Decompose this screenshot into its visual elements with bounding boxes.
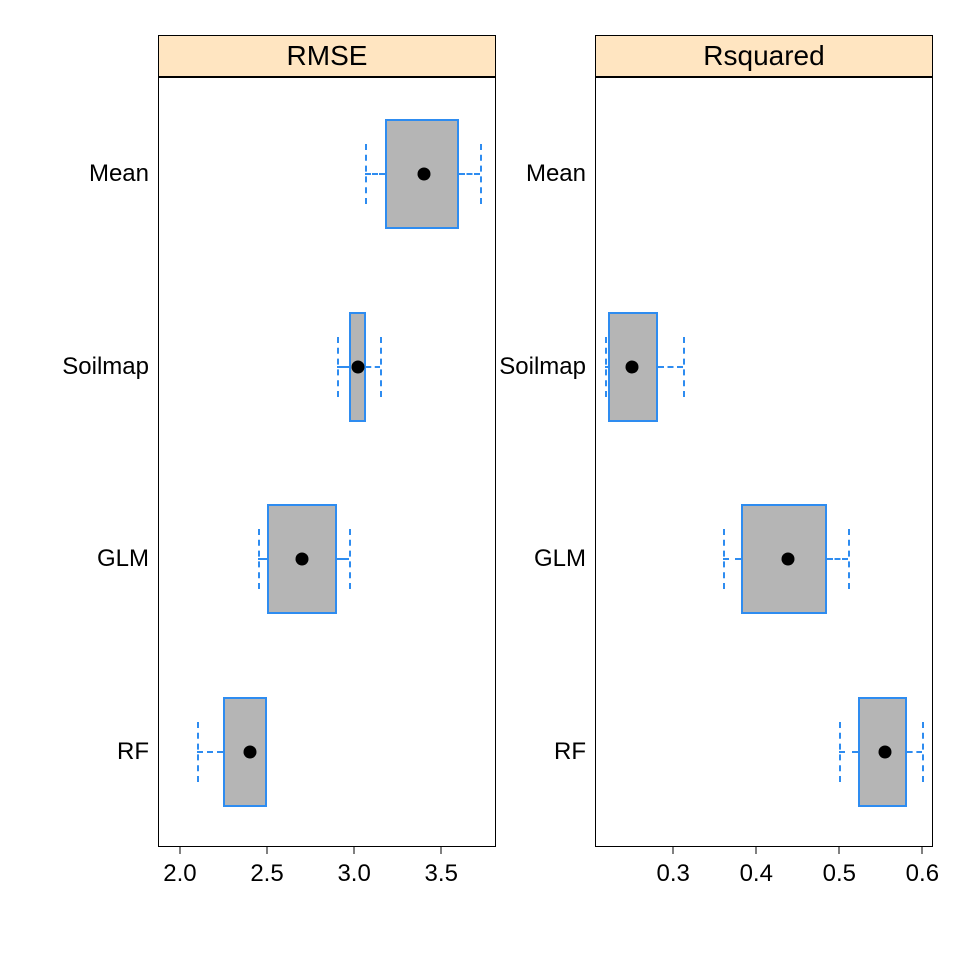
whisker-cap-high xyxy=(380,337,382,397)
whisker-cap-high xyxy=(922,722,924,782)
ylabel-glm: GLM xyxy=(97,545,159,573)
whisker-cap-low xyxy=(723,529,725,589)
whisker-low xyxy=(365,173,386,175)
whisker-cap-low xyxy=(197,722,199,782)
whisker-low xyxy=(839,751,857,753)
median-dot xyxy=(417,168,430,181)
ylabel-rf: RF xyxy=(117,738,159,766)
whisker-high xyxy=(337,558,349,560)
whisker-cap-low xyxy=(605,337,607,397)
panel-strip-rmse: RMSE xyxy=(158,35,496,77)
median-dot xyxy=(295,553,308,566)
whisker-cap-low xyxy=(337,337,339,397)
whisker-cap-low xyxy=(839,722,841,782)
xtick-label: 2.5 xyxy=(250,846,283,888)
xtick-label: 0.3 xyxy=(657,846,690,888)
whisker-cap-high xyxy=(848,529,850,589)
median-dot xyxy=(879,745,892,758)
ylabel-soilmap: Soilmap xyxy=(499,353,596,381)
plot-area-rsq: MeanSoilmapGLMRF0.30.40.50.6 xyxy=(595,77,933,847)
whisker-low xyxy=(197,751,223,753)
whisker-cap-low xyxy=(258,529,260,589)
whisker-cap-high xyxy=(349,529,351,589)
whisker-cap-high xyxy=(683,337,685,397)
panel-title-rsq: Rsquared xyxy=(703,42,824,70)
xtick-label: 3.5 xyxy=(425,846,458,888)
xtick-label: 0.4 xyxy=(740,846,773,888)
median-dot xyxy=(625,360,638,373)
whisker-cap-high xyxy=(480,144,482,204)
whisker-high xyxy=(907,751,922,753)
figure: RMSE Rsquared MeanSoilmapGLMRF2.02.53.03… xyxy=(0,0,960,960)
plot-area-rmse: MeanSoilmapGLMRF2.02.53.03.5 xyxy=(158,77,496,847)
panel-title-rmse: RMSE xyxy=(287,42,368,70)
xtick-label: 2.0 xyxy=(163,846,196,888)
whisker-high xyxy=(658,366,683,368)
ylabel-soilmap: Soilmap xyxy=(62,353,159,381)
whisker-low xyxy=(723,558,741,560)
xtick-label: 3.0 xyxy=(337,846,370,888)
xtick-label: 0.6 xyxy=(906,846,939,888)
panel-strip-rsq: Rsquared xyxy=(595,35,933,77)
xtick-label: 0.5 xyxy=(823,846,856,888)
median-dot xyxy=(351,360,364,373)
whisker-high xyxy=(366,366,380,368)
ylabel-mean: Mean xyxy=(526,160,596,188)
ylabel-rf: RF xyxy=(554,738,596,766)
whisker-high xyxy=(459,173,480,175)
ylabel-mean: Mean xyxy=(89,160,159,188)
whisker-cap-low xyxy=(365,144,367,204)
median-dot xyxy=(781,553,794,566)
ylabel-glm: GLM xyxy=(534,545,596,573)
whisker-high xyxy=(827,558,848,560)
median-dot xyxy=(243,745,256,758)
